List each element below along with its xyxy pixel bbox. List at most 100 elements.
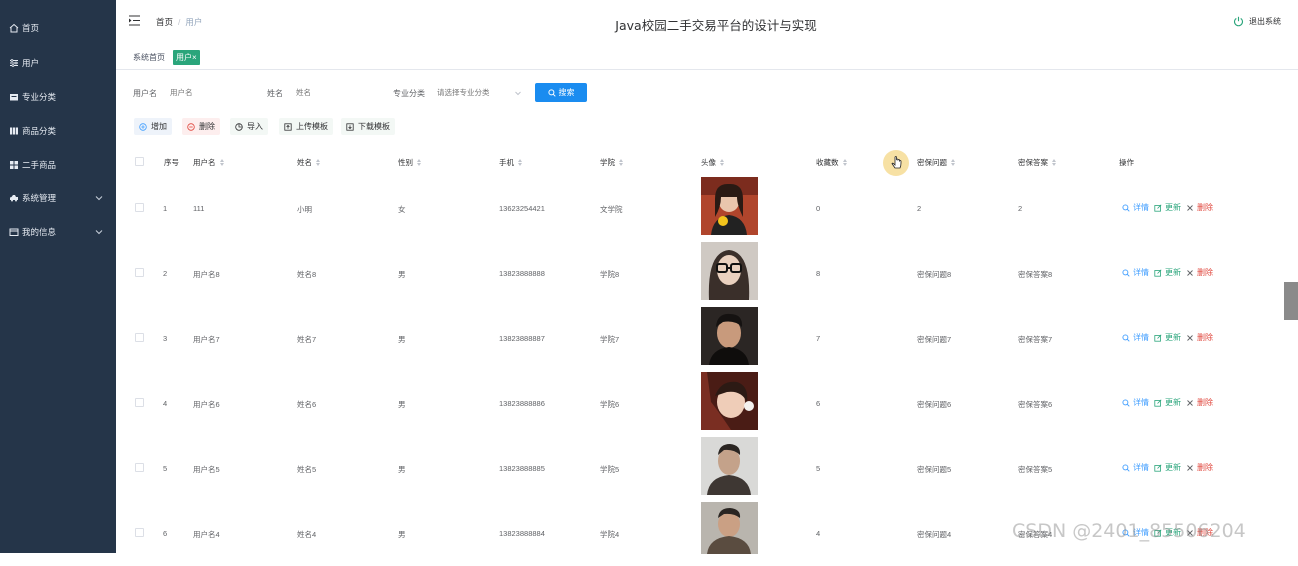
delete-button[interactable]: 删除	[182, 118, 220, 135]
avatar-image[interactable]	[701, 437, 758, 495]
cell-favorites: 8	[816, 269, 821, 278]
breadcrumb-separator: /	[178, 17, 181, 27]
add-button[interactable]: 增加	[134, 118, 172, 135]
header-index: 序号	[164, 158, 179, 167]
cell-phone: 13823888887	[499, 334, 545, 343]
close-icon	[1187, 399, 1193, 406]
cell-security-question: 密保问题6	[917, 400, 952, 409]
cell-name: 姓名7	[297, 335, 317, 344]
tag-label: 系统首页	[133, 53, 165, 62]
grid-icon	[8, 126, 19, 137]
upload-template-label: 上传模板	[296, 122, 328, 131]
sidebar-item-my-info[interactable]: 我的信息	[0, 222, 116, 242]
avatar-image[interactable]	[701, 307, 758, 365]
download-template-button[interactable]: 下载模板	[341, 118, 395, 135]
folder-icon	[8, 92, 19, 103]
row-checkbox[interactable]	[135, 203, 144, 212]
table-row: 1 111 小明 女 13623254421 文学院 0 2 2 详情 更新 删…	[116, 176, 1298, 241]
detail-button[interactable]: 详情	[1122, 332, 1149, 343]
sidebar-item-system-management[interactable]: 系统管理	[0, 188, 116, 208]
edit-icon	[1154, 204, 1162, 212]
upload-template-button[interactable]: 上传模板	[279, 118, 333, 135]
sort-icon	[417, 159, 422, 166]
top-bar: 首页 / 用户 Java校园二手交易平台的设计与实现 退出系统	[116, 0, 1298, 44]
search-button[interactable]: 搜索	[535, 83, 587, 102]
tag-close-icon[interactable]: ×	[192, 53, 197, 62]
cell-phone: 13823888884	[499, 529, 545, 538]
delete-row-button[interactable]: 删除	[1186, 332, 1213, 343]
delete-row-button[interactable]: 删除	[1186, 462, 1213, 473]
row-checkbox[interactable]	[135, 528, 144, 537]
cell-gender: 男	[398, 530, 406, 539]
sort-icon	[518, 159, 523, 166]
tag-users[interactable]: 用户 ×	[173, 50, 200, 65]
delete-row-button[interactable]: 删除	[1186, 397, 1213, 408]
major-select[interactable]	[437, 86, 517, 99]
update-button[interactable]: 更新	[1154, 397, 1181, 408]
close-icon	[1187, 269, 1193, 276]
tag-system-home[interactable]: 系统首页	[130, 50, 168, 65]
detail-label: 详情	[1133, 268, 1149, 277]
delete-label: 删除	[1197, 268, 1213, 277]
import-button[interactable]: 导入	[230, 118, 268, 135]
breadcrumb: 首页 / 用户	[156, 16, 202, 28]
main-content: 首页 / 用户 Java校园二手交易平台的设计与实现 退出系统 系统首页 用户 × …	[116, 0, 1298, 554]
select-all-checkbox[interactable]	[135, 157, 144, 166]
name-input[interactable]	[296, 86, 376, 99]
header-phone[interactable]: 手机	[499, 157, 523, 168]
update-button[interactable]: 更新	[1154, 202, 1181, 213]
sidebar-item-goods-category[interactable]: 商品分类	[0, 121, 116, 141]
update-label: 更新	[1165, 333, 1181, 342]
detail-button[interactable]: 详情	[1122, 462, 1149, 473]
cell-college: 文学院	[600, 205, 623, 214]
header-avatar[interactable]: 头像	[701, 157, 725, 168]
cell-username: 用户名5	[193, 465, 220, 474]
header-gender[interactable]: 性别	[398, 157, 422, 168]
sidebar-item-users[interactable]: 用户	[0, 53, 116, 73]
delete-row-button[interactable]: 删除	[1186, 267, 1213, 278]
sidebar-item-home[interactable]: 首页	[0, 18, 116, 38]
update-button[interactable]: 更新	[1154, 462, 1181, 473]
cell-index: 3	[163, 334, 168, 343]
cell-college: 学院6	[600, 400, 620, 409]
header-username[interactable]: 用户名	[193, 157, 225, 168]
delete-row-button[interactable]: 删除	[1186, 202, 1213, 213]
sidebar-item-label: 我的信息	[22, 227, 57, 237]
cell-phone: 13823888888	[499, 269, 545, 278]
logout-button[interactable]: 退出系统	[1233, 16, 1281, 27]
row-checkbox[interactable]	[135, 398, 144, 407]
header-favorites[interactable]: 收藏数	[816, 157, 848, 168]
cell-security-answer: 密保答案8	[1018, 270, 1053, 279]
avatar-image[interactable]	[701, 502, 758, 554]
avatar-image[interactable]	[701, 177, 758, 235]
avatar-image[interactable]	[701, 242, 758, 300]
cell-favorites: 7	[816, 334, 821, 343]
breadcrumb-home[interactable]: 首页	[156, 17, 173, 27]
sidebar-item-label: 系统管理	[22, 193, 57, 203]
row-checkbox[interactable]	[135, 333, 144, 342]
vertical-scrollbar-thumb[interactable]	[1284, 282, 1298, 320]
detail-button[interactable]: 详情	[1122, 397, 1149, 408]
cell-name: 姓名8	[297, 270, 317, 279]
edit-icon	[1154, 269, 1162, 277]
header-college[interactable]: 学院	[600, 157, 624, 168]
cell-phone: 13823888886	[499, 399, 545, 408]
delete-label: 删除	[1197, 203, 1213, 212]
header-name[interactable]: 姓名	[297, 157, 321, 168]
update-button[interactable]: 更新	[1154, 267, 1181, 278]
detail-button[interactable]: 详情	[1122, 267, 1149, 278]
cell-college: 学院8	[600, 270, 620, 279]
update-button[interactable]: 更新	[1154, 332, 1181, 343]
header-security-question[interactable]: 密保问题	[917, 157, 956, 168]
row-checkbox[interactable]	[135, 463, 144, 472]
detail-button[interactable]: 详情	[1122, 202, 1149, 213]
avatar-image[interactable]	[701, 372, 758, 430]
action-bar: 增加 删除 导入 上传模板 下载模板	[116, 117, 1298, 137]
sidebar-item-major-category[interactable]: 专业分类	[0, 87, 116, 107]
row-checkbox[interactable]	[135, 268, 144, 277]
header-security-answer[interactable]: 密保答案	[1018, 157, 1057, 168]
menu-fold-icon[interactable]	[128, 15, 141, 26]
username-input[interactable]	[170, 86, 250, 99]
sidebar-item-second-hand-goods[interactable]: 二手商品	[0, 155, 116, 175]
sidebar-item-label: 首页	[22, 23, 40, 33]
